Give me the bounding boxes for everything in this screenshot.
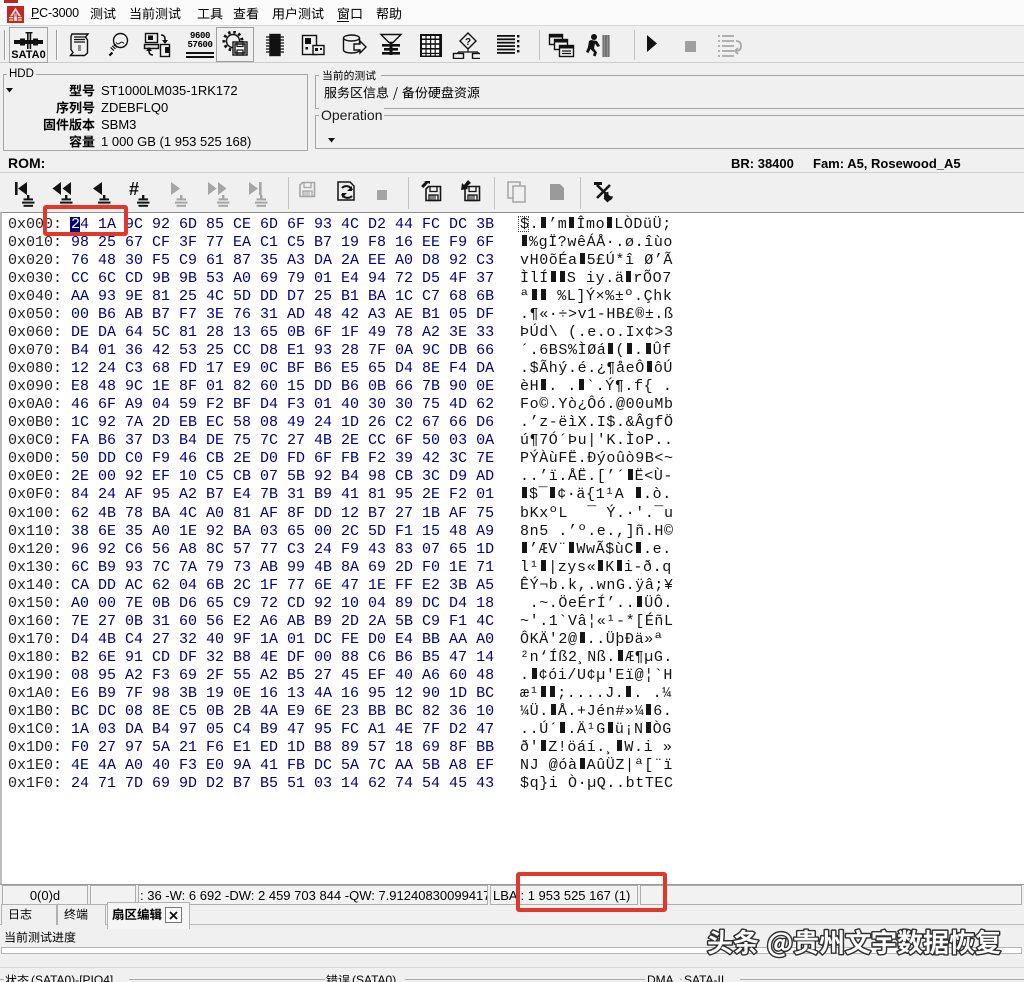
svg-text:?: ? bbox=[465, 37, 471, 48]
svg-text:#: # bbox=[129, 180, 139, 199]
